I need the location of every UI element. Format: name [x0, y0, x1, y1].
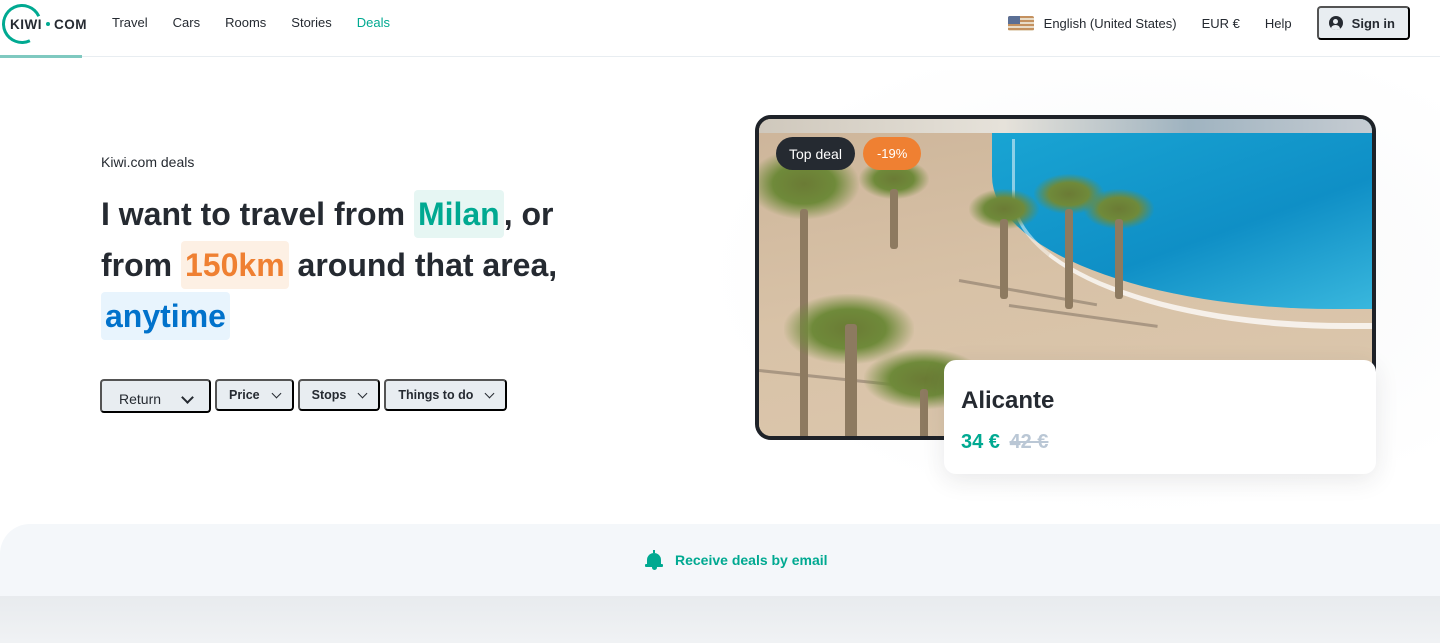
logo-dot-icon: [46, 22, 50, 27]
things-to-do-filter-label: Things to do: [398, 388, 474, 402]
palm-tree: [859, 159, 929, 249]
sign-in-label: Sign in: [1351, 15, 1395, 31]
logo-text: KIWI COM: [8, 17, 89, 32]
search-sentence: I want to travel from Milan, or from 150…: [101, 189, 621, 342]
logo-text-left: KIWI: [10, 17, 42, 32]
date-selector[interactable]: anytime: [101, 292, 230, 340]
top-navigation-bar: KIWI COM Travel Cars Rooms Stories Deals …: [0, 0, 1440, 58]
deal-badges: Top deal -19%: [776, 137, 929, 170]
nav-item-travel[interactable]: Travel: [112, 15, 148, 31]
receive-deals-by-email-button[interactable]: Receive deals by email: [645, 550, 828, 570]
radius-selector[interactable]: 150km: [181, 241, 289, 289]
filter-bar: Return Price Stops Things to do: [100, 379, 511, 413]
price-filter-label: Price: [229, 388, 260, 402]
discount-badge: -19%: [862, 137, 922, 170]
deal-current-price: 34 €: [961, 431, 1000, 453]
origin-selector[interactable]: Milan: [413, 190, 504, 238]
trip-type-label: Return: [119, 391, 162, 407]
palm-tree: [969, 189, 1039, 299]
header-actions: English (United States) EUR € Help Sign …: [1007, 6, 1410, 40]
trip-type-dropdown[interactable]: Return: [100, 379, 212, 413]
flag-canton: [1007, 15, 1020, 24]
stops-filter-label: Stops: [311, 388, 347, 402]
logo-text-right: COM: [54, 17, 87, 32]
nav-item-deals[interactable]: Deals: [357, 15, 390, 31]
receive-deals-label: Receive deals by email: [675, 552, 828, 568]
deal-price: 34 € 42 €: [961, 431, 1048, 454]
headline-text-1: I want to travel from: [101, 196, 406, 232]
page-eyebrow: Kiwi.com deals: [101, 154, 195, 170]
chevron-down-icon: [181, 390, 194, 404]
main-nav: Travel Cars Rooms Stories Deals: [112, 15, 415, 31]
nav-item-cars[interactable]: Cars: [173, 15, 200, 31]
user-icon: [1328, 16, 1343, 30]
chevron-down-icon: [271, 388, 282, 398]
nav-active-indicator: [0, 55, 82, 58]
help-link[interactable]: Help: [1265, 16, 1292, 31]
stops-filter-dropdown[interactable]: Stops: [297, 379, 381, 411]
chevron-down-icon: [484, 388, 495, 398]
price-filter-dropdown[interactable]: Price: [215, 379, 294, 411]
next-section-background: [0, 596, 1440, 643]
nav-item-rooms[interactable]: Rooms: [225, 15, 266, 31]
us-flag-icon[interactable]: [1007, 15, 1034, 31]
bell-icon: [645, 550, 663, 570]
deal-original-price: 42 €: [1009, 431, 1049, 453]
palm-tree: [1084, 189, 1154, 299]
chevron-down-icon: [357, 388, 368, 398]
sign-in-button[interactable]: Sign in: [1316, 6, 1410, 40]
currency-selector[interactable]: EUR €: [1202, 16, 1240, 31]
kiwi-logo[interactable]: KIWI COM: [0, 0, 90, 50]
things-to-do-filter-dropdown[interactable]: Things to do: [384, 379, 508, 411]
featured-deal-card[interactable]: Alicante 34 € 42 €: [944, 360, 1376, 474]
deal-city: Alicante: [961, 387, 1055, 414]
top-deal-badge: Top deal: [776, 137, 855, 170]
nav-item-stories[interactable]: Stories: [291, 15, 331, 31]
photo-town-skyline: [759, 119, 1372, 133]
headline-text-3: around that area,: [297, 247, 558, 283]
language-selector[interactable]: English (United States): [1044, 16, 1177, 31]
